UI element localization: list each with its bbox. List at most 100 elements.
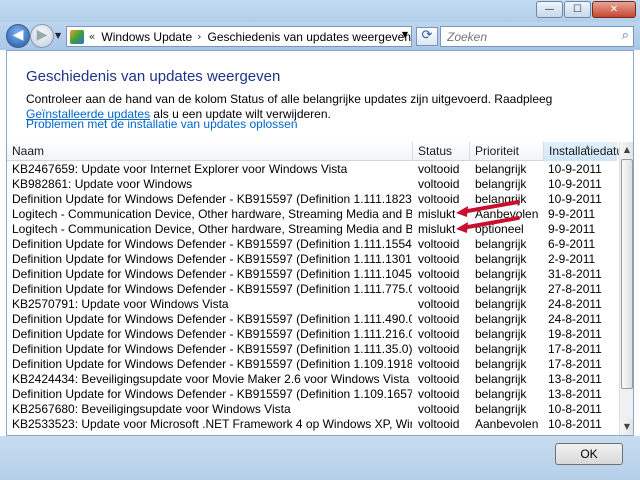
priority-cell: belangrijk xyxy=(475,177,527,191)
sort-ascending-icon: ▲ xyxy=(584,144,591,151)
status-cell: voltooid xyxy=(418,282,460,296)
install-date-cell: 2-9-2011 xyxy=(548,252,596,266)
window-controls: — ☐ ✕ xyxy=(535,1,636,18)
update-name-cell: KB2567680: Beveiligingsupdate voor Windo… xyxy=(12,402,291,416)
install-date-cell: 27-8-2011 xyxy=(548,282,602,296)
table-row[interactable]: Logitech - Communication Device, Other h… xyxy=(7,207,617,222)
status-cell: voltooid xyxy=(418,387,460,401)
red-annotation-arrows xyxy=(456,200,520,233)
install-date-cell: 13-8-2011 xyxy=(548,372,602,386)
table-row[interactable]: Definition Update for Windows Defender -… xyxy=(7,252,617,267)
priority-cell: belangrijk xyxy=(475,342,527,356)
breadcrumb-update-history[interactable]: Geschiedenis van updates weergeven xyxy=(208,30,411,44)
status-cell: voltooid xyxy=(418,372,460,386)
priority-cell: belangrijk xyxy=(475,327,527,341)
update-name-cell: KB2467659: Update voor Internet Explorer… xyxy=(12,162,348,176)
page-title: Geschiedenis van updates weergeven xyxy=(26,68,281,85)
install-date-cell: 13-8-2011 xyxy=(548,387,602,401)
table-row[interactable]: KB2533523: Update voor Microsoft .NET Fr… xyxy=(7,417,617,432)
column-header-name[interactable]: Naam xyxy=(7,142,413,161)
close-button[interactable]: ✕ xyxy=(592,1,636,18)
status-cell: voltooid xyxy=(418,252,460,266)
table-row[interactable]: Definition Update for Windows Defender -… xyxy=(7,192,617,207)
table-row[interactable]: KB982861: Update voor Windows voltooid bel… xyxy=(7,177,617,192)
vertical-scrollbar[interactable]: ▲ ▼ xyxy=(619,142,633,435)
table-row[interactable]: KB2467659: Update voor Internet Explorer… xyxy=(7,162,617,177)
table-row[interactable]: Definition Update for Windows Defender -… xyxy=(7,327,617,342)
ok-button[interactable]: OK xyxy=(555,443,623,465)
update-name-cell: Definition Update for Windows Defender -… xyxy=(12,312,412,326)
column-header-priority[interactable]: Prioriteit xyxy=(470,142,544,161)
table-row[interactable]: Definition Update for Windows Defender -… xyxy=(7,282,617,297)
scrollbar-thumb[interactable] xyxy=(621,159,633,389)
status-cell: voltooid xyxy=(418,417,460,431)
table-row[interactable]: KB2424434: Beveiligingsupdate voor Movie… xyxy=(7,372,617,387)
column-header-install-date[interactable]: Installatiedatum ▲ xyxy=(544,142,633,161)
install-date-cell: 17-8-2011 xyxy=(548,342,602,356)
table-row[interactable]: Definition Update for Windows Defender -… xyxy=(7,267,617,282)
troubleshoot-link[interactable]: Problemen met de installatie van updates… xyxy=(26,117,298,131)
update-name-cell: Definition Update for Windows Defender -… xyxy=(12,282,412,296)
red-arrow-icon xyxy=(456,216,520,233)
table-row[interactable]: Definition Update for Windows Defender -… xyxy=(7,312,617,327)
update-name-cell: Definition Update for Windows Defender -… xyxy=(12,237,412,251)
update-name-cell: Definition Update for Windows Defender -… xyxy=(12,192,412,206)
table-row[interactable]: Definition Update for Windows Defender -… xyxy=(7,237,617,252)
install-date-cell: 24-8-2011 xyxy=(548,312,602,326)
search-box[interactable]: ⌕ xyxy=(440,26,634,47)
content-pane: Geschiedenis van updates weergeven Contr… xyxy=(6,50,634,436)
status-cell: voltooid xyxy=(418,162,460,176)
priority-cell: belangrijk xyxy=(475,312,527,326)
maximize-button[interactable]: ☐ xyxy=(564,1,591,18)
update-name-cell: KB2570791: Update voor Windows Vista xyxy=(12,297,229,311)
priority-cell: belangrijk xyxy=(475,267,527,281)
priority-cell: belangrijk xyxy=(475,237,527,251)
red-arrow-icon xyxy=(456,200,520,217)
list-rows: KB2467659: Update voor Internet Explorer… xyxy=(7,162,617,432)
status-cell: voltooid xyxy=(418,177,460,191)
scroll-down-arrow-icon[interactable]: ▼ xyxy=(620,419,633,435)
table-row[interactable]: KB2570791: Update voor Windows Vista volt… xyxy=(7,297,617,312)
breadcrumb-overflow-chevron[interactable]: « xyxy=(89,30,96,43)
list-header: Naam Status Prioriteit Installatiedatum ▲ xyxy=(7,142,633,161)
priority-cell: belangrijk xyxy=(475,162,527,176)
search-input[interactable] xyxy=(441,27,611,46)
status-cell: voltooid xyxy=(418,402,460,416)
address-dropdown-chevron-down-icon[interactable]: ▼ xyxy=(402,30,408,39)
scroll-up-arrow-icon[interactable]: ▲ xyxy=(620,142,633,158)
column-header-status[interactable]: Status xyxy=(413,142,470,161)
status-cell: voltooid xyxy=(418,297,460,311)
breadcrumb[interactable]: « Windows Update › Geschiedenis van upda… xyxy=(66,26,412,47)
priority-cell: belangrijk xyxy=(475,387,527,401)
status-cell: voltooid xyxy=(418,237,460,251)
status-cell: voltooid xyxy=(418,357,460,371)
update-name-cell: Logitech - Communication Device, Other h… xyxy=(12,222,412,236)
update-name-cell: Logitech - Communication Device, Other h… xyxy=(12,207,412,221)
table-row[interactable]: Logitech - Communication Device, Other h… xyxy=(7,222,617,237)
recent-pages-chevron-down-icon[interactable]: ▼ xyxy=(55,31,61,40)
update-name-cell: Definition Update for Windows Defender -… xyxy=(12,357,412,371)
breadcrumb-separator[interactable]: › xyxy=(197,30,201,43)
install-date-cell: 24-8-2011 xyxy=(548,297,602,311)
table-row[interactable]: Definition Update for Windows Defender -… xyxy=(7,387,617,402)
table-row[interactable]: Definition Update for Windows Defender -… xyxy=(7,342,617,357)
priority-cell: belangrijk xyxy=(475,402,527,416)
refresh-button[interactable]: ⟳ xyxy=(416,27,438,46)
minimize-button[interactable]: — xyxy=(536,1,563,18)
table-row[interactable]: KB2567680: Beveiligingsupdate voor Windo… xyxy=(7,402,617,417)
install-date-cell: 31-8-2011 xyxy=(548,267,602,281)
status-cell: voltooid xyxy=(418,327,460,341)
install-date-cell: 10-9-2011 xyxy=(548,162,602,176)
install-date-cell: 10-8-2011 xyxy=(548,417,602,431)
update-history-list[interactable]: Naam Status Prioriteit Installatiedatum ▲… xyxy=(7,142,633,435)
priority-cell: Aanbevolen xyxy=(475,417,539,431)
table-row[interactable]: Definition Update for Windows Defender -… xyxy=(7,357,617,372)
address-bar: ◀ ▶ ▼ « Windows Update › Geschiedenis va… xyxy=(0,22,640,50)
priority-cell: belangrijk xyxy=(475,297,527,311)
back-button[interactable]: ◀ xyxy=(6,24,30,48)
forward-button[interactable]: ▶ xyxy=(30,24,54,48)
description-text: Controleer aan de hand van de kolom Stat… xyxy=(26,92,553,106)
breadcrumb-windows-update[interactable]: Windows Update xyxy=(101,30,192,44)
priority-cell: belangrijk xyxy=(475,357,527,371)
search-icon[interactable]: ⌕ xyxy=(622,28,629,43)
